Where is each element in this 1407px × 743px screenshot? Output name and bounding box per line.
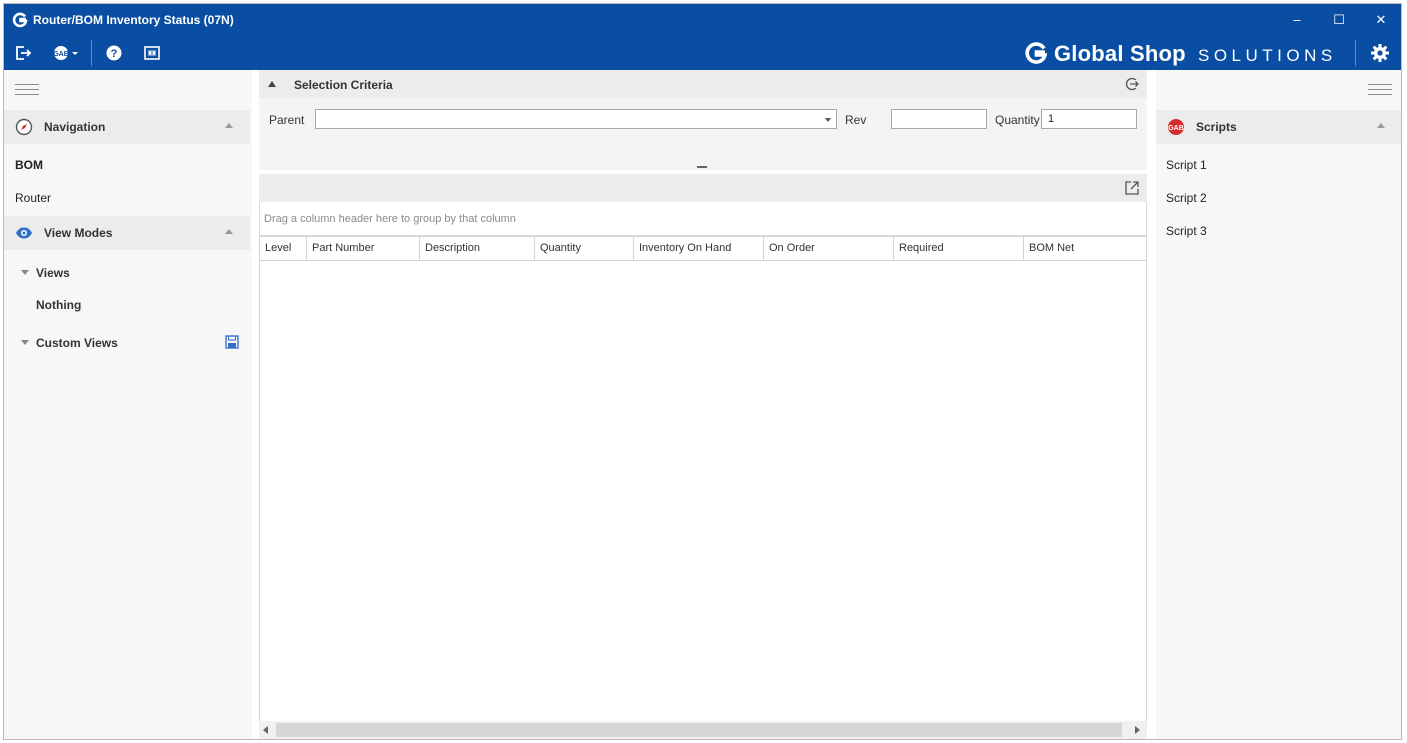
horizontal-scrollbar[interactable]: [259, 721, 1147, 739]
chevron-down-icon[interactable]: [825, 118, 831, 122]
compass-icon: [15, 118, 33, 136]
svg-text:GAB: GAB: [1168, 125, 1184, 132]
collapse-caret-icon[interactable]: [268, 81, 276, 87]
views-expand-icon[interactable]: [21, 270, 29, 275]
eye-icon: [16, 227, 32, 239]
main-content: Selection Criteria Parent Rev Quantity 1…: [259, 70, 1147, 739]
collapse-caret-icon[interactable]: [1377, 123, 1385, 128]
custom-views-expand-icon[interactable]: [21, 340, 29, 345]
scripts-title: Scripts: [1196, 120, 1237, 134]
window-title: Router/BOM Inventory Status (07N): [33, 13, 234, 27]
column-header-on-order[interactable]: On Order: [764, 237, 894, 260]
popout-icon[interactable]: [1125, 181, 1139, 195]
selection-criteria-body: Parent Rev Quantity: [259, 98, 1147, 170]
app-window: Router/BOM Inventory Status (07N) – ☐ ✕ …: [3, 3, 1402, 740]
minimize-button[interactable]: –: [1280, 8, 1314, 32]
exit-icon[interactable]: [14, 44, 32, 62]
toolbar-separator: [1355, 40, 1356, 66]
title-bar: Router/BOM Inventory Status (07N) – ☐ ✕: [4, 4, 1401, 36]
help-icon[interactable]: ?: [105, 44, 123, 62]
brand-name: Global Shop: [1054, 41, 1186, 66]
script-item[interactable]: Script 1: [1166, 158, 1207, 172]
global-shop-logo-icon: [1025, 42, 1048, 64]
navigation-title: Navigation: [44, 120, 106, 134]
column-header-inventory-on-hand[interactable]: Inventory On Hand: [634, 237, 764, 260]
right-panel-menu-icon[interactable]: [1368, 84, 1392, 96]
maximize-button[interactable]: ☐: [1322, 8, 1356, 32]
rev-label: Rev: [845, 113, 867, 127]
rev-input[interactable]: [891, 109, 987, 129]
column-header-level[interactable]: Level: [260, 237, 307, 260]
parent-combo[interactable]: [315, 109, 837, 129]
app-logo-icon: [12, 12, 28, 28]
quantity-input[interactable]: [1041, 109, 1137, 129]
collapse-caret-icon[interactable]: [225, 123, 233, 128]
parent-label: Parent: [269, 113, 305, 127]
nav-item-router[interactable]: Router: [15, 191, 51, 205]
gab-script-icon: GAB: [1168, 119, 1184, 135]
right-panel: GAB Scripts Script 1 Script 2 Script 3: [1156, 70, 1401, 739]
left-panel: Navigation BOM Router View Modes Views N…: [4, 70, 252, 739]
grid-header: Level Part Number Description Quantity I…: [259, 236, 1147, 261]
scripts-header[interactable]: GAB Scripts: [1156, 110, 1401, 144]
column-header-required[interactable]: Required: [894, 237, 1024, 260]
collapse-caret-icon[interactable]: [225, 229, 233, 234]
nav-item-bom[interactable]: BOM: [15, 158, 43, 172]
save-icon[interactable]: [225, 335, 239, 349]
quantity-label: Quantity: [995, 113, 1040, 127]
scroll-right-icon[interactable]: [1135, 726, 1140, 734]
svg-text:GAB: GAB: [53, 51, 69, 58]
gear-icon[interactable]: [1370, 43, 1390, 63]
custom-views-group-label[interactable]: Custom Views: [36, 336, 118, 350]
view-modes-header[interactable]: View Modes: [4, 216, 250, 250]
scroll-left-icon[interactable]: [263, 726, 268, 734]
brand-suffix: SOLUTIONS: [1198, 46, 1337, 65]
selection-criteria-header[interactable]: Selection Criteria: [259, 70, 1147, 98]
panel-splitter[interactable]: [697, 166, 707, 168]
view-modes-title: View Modes: [44, 226, 113, 240]
toolbar-separator: [91, 40, 92, 66]
views-group-label[interactable]: Views: [36, 266, 70, 280]
scrollbar-thumb[interactable]: [276, 723, 1122, 737]
close-button[interactable]: ✕: [1364, 8, 1398, 32]
gab-dropdown-icon[interactable]: GAB: [52, 44, 80, 62]
column-header-bom-net[interactable]: BOM Net: [1024, 237, 1146, 260]
grid-toolbar: [259, 174, 1147, 202]
main-toolbar: GAB ? Global Shop SOLUTIONS: [4, 36, 1401, 70]
group-by-panel[interactable]: Drag a column header here to group by th…: [259, 202, 1147, 236]
exit-criteria-icon[interactable]: [1125, 77, 1139, 91]
screen-layout-icon[interactable]: [143, 44, 161, 62]
navigation-header[interactable]: Navigation: [4, 110, 250, 144]
column-header-description[interactable]: Description: [420, 237, 535, 260]
selection-criteria-title: Selection Criteria: [294, 78, 393, 92]
script-item[interactable]: Script 3: [1166, 224, 1207, 238]
left-panel-menu-icon[interactable]: [15, 84, 39, 96]
script-item[interactable]: Script 2: [1166, 191, 1207, 205]
column-header-quantity[interactable]: Quantity: [535, 237, 634, 260]
grid-body[interactable]: [259, 261, 1147, 721]
group-by-hint: Drag a column header here to group by th…: [264, 213, 516, 225]
svg-text:?: ?: [111, 48, 118, 60]
column-header-part-number[interactable]: Part Number: [307, 237, 420, 260]
view-item-nothing[interactable]: Nothing: [36, 298, 81, 312]
